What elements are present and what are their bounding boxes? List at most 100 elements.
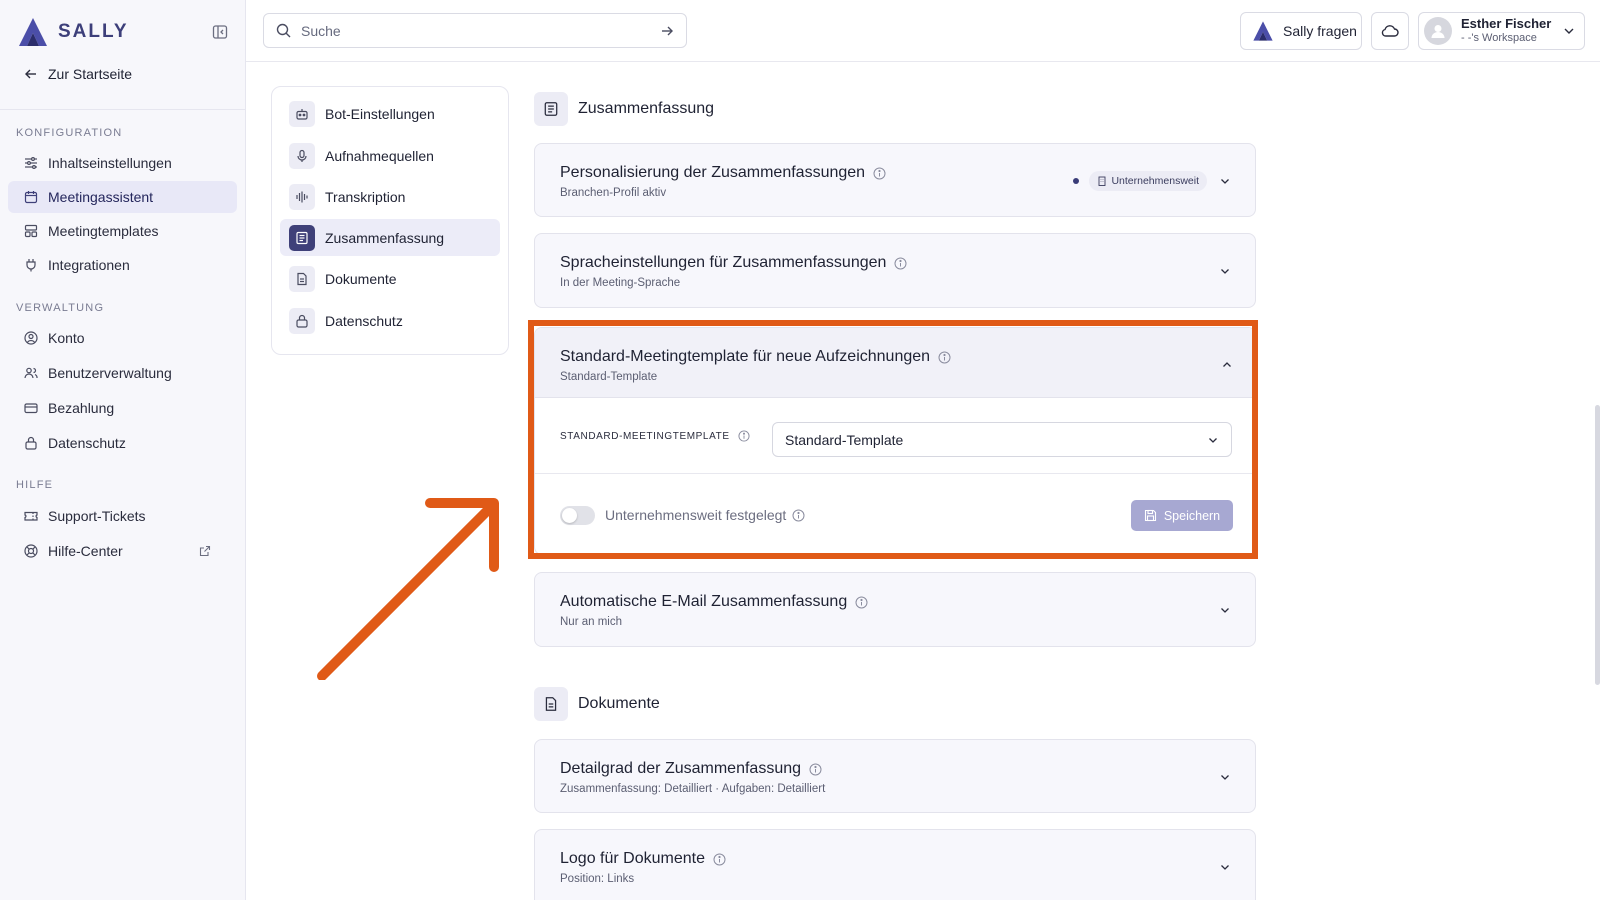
summary-icon — [544, 102, 558, 116]
subnav-item-transkription[interactable]: Transkription — [280, 178, 500, 215]
ask-sally-label: Sally fragen — [1283, 23, 1357, 39]
subnav-item-label: Aufnahmequellen — [325, 147, 434, 164]
select-value: Standard-Template — [785, 431, 904, 448]
cloud-sync-button[interactable] — [1371, 12, 1409, 50]
subnav-item-dokumente[interactable]: Dokumente — [280, 260, 500, 297]
subnav-item-datenschutz[interactable]: Datenschutz — [280, 302, 500, 339]
sidebar-item-hilfe-center[interactable]: Hilfe-Center — [8, 535, 237, 567]
info-icon[interactable] — [792, 509, 805, 522]
section-title: Dokumente — [578, 695, 660, 712]
section-heading-dokumente: Dokumente — [534, 687, 660, 721]
subnav-item-zusammenfassung[interactable]: Zusammenfassung — [280, 219, 500, 256]
waveform-icon-wrap — [289, 183, 315, 210]
info-icon[interactable] — [713, 853, 726, 866]
sidebar-item-konto[interactable]: Konto — [8, 322, 237, 354]
sidebar-item-label: Meetingassistent — [48, 189, 154, 205]
document-icon-wrap — [289, 265, 315, 292]
card-logo-dokumente[interactable]: Logo für Dokumente Position: Links — [534, 829, 1256, 900]
card-personalisierung[interactable]: Personalisierung der Zusammenfassungen B… — [534, 143, 1256, 217]
sidebar-item-bezahlung[interactable]: Bezahlung — [8, 392, 237, 424]
search-box[interactable] — [263, 13, 687, 48]
bot-icon — [296, 108, 308, 120]
company-wide-toggle[interactable] — [560, 506, 595, 525]
sidebar-item-benutzerverwaltung[interactable]: Benutzerverwaltung — [8, 357, 237, 389]
chevron-down-icon — [1209, 438, 1217, 443]
user-menu-button[interactable]: Esther Fischer - -'s Workspace — [1418, 12, 1585, 50]
card-subtitle: Branchen-Profil aktiv — [560, 187, 667, 199]
company-wide-badge: Unternehmensweit — [1089, 171, 1207, 191]
chevron-up-icon[interactable] — [1221, 359, 1233, 371]
template-field-row: STANDARD-MEETINGTEMPLATE Standard-Templa… — [535, 398, 1255, 474]
save-label: Speichern — [1163, 508, 1221, 523]
avatar — [1424, 17, 1452, 45]
subnav-item-label: Transkription — [325, 188, 406, 205]
card-standard-meetingtemplate: Standard-Meetingtemplate für neue Aufzei… — [534, 327, 1256, 555]
user-avatar-icon — [1431, 25, 1445, 38]
user-workspace: - -'s Workspace — [1461, 32, 1537, 44]
back-to-home-link[interactable]: Zur Startseite — [24, 66, 132, 82]
sally-logo-icon — [1253, 21, 1273, 41]
card-spracheinstellungen[interactable]: Spracheinstellungen für Zusammenfassunge… — [534, 233, 1256, 308]
lock-icon-wrap — [289, 307, 315, 334]
lifebuoy-icon — [24, 544, 38, 558]
sidebar-toggle-icon — [212, 25, 228, 39]
arrow-right-icon[interactable] — [660, 24, 674, 38]
chevron-down-icon[interactable] — [1219, 861, 1231, 873]
sidebar-item-support-tickets[interactable]: Support-Tickets — [8, 500, 237, 532]
subnav-item-bot-einstellungen[interactable]: Bot-Einstellungen — [280, 95, 500, 132]
sidebar-item-meetingtemplates[interactable]: Meetingtemplates — [8, 215, 237, 247]
info-icon[interactable] — [873, 167, 886, 180]
sidebar-item-label: Hilfe-Center — [48, 543, 123, 559]
card-header[interactable]: Standard-Meetingtemplate für neue Aufzei… — [535, 328, 1255, 398]
search-input[interactable] — [301, 22, 660, 39]
plug-icon — [26, 259, 36, 272]
sidebar-item-integrationen[interactable]: Integrationen — [8, 249, 237, 281]
info-icon[interactable] — [855, 596, 868, 609]
chevron-down-icon[interactable] — [1219, 771, 1231, 783]
card-detailgrad[interactable]: Detailgrad der Zusammenfassung Zusammenf… — [534, 739, 1256, 813]
subnav-item-label: Zusammenfassung — [325, 229, 445, 246]
sidebar-item-label: Bezahlung — [48, 400, 115, 416]
sidebar-item-label: Integrationen — [48, 257, 130, 273]
back-link-label: Zur Startseite — [48, 66, 133, 82]
sidebar-item-label: Inhaltseinstellungen — [48, 155, 172, 171]
lock-icon — [296, 314, 308, 328]
info-icon[interactable] — [738, 430, 750, 442]
sliders-icon — [25, 157, 37, 170]
sidebar-item-inhaltseinstellungen[interactable]: Inhaltseinstellungen — [8, 147, 237, 179]
subnav-item-aufnahmequellen[interactable]: Aufnahmequellen — [280, 137, 500, 174]
save-button[interactable]: Speichern — [1131, 500, 1233, 531]
brand-logo[interactable]: SALLY — [16, 14, 230, 50]
microphone-icon — [297, 149, 307, 162]
info-icon[interactable] — [809, 763, 822, 776]
card-email-zusammenfassung[interactable]: Automatische E-Mail Zusammenfassung Nur … — [534, 572, 1256, 647]
settings-subnav: Bot-Einstellungen Aufnahmequellen Transk… — [271, 86, 509, 355]
sidebar-item-meetingassistent[interactable]: Meetingassistent — [8, 181, 237, 213]
sidebar-item-label: Support-Tickets — [48, 508, 146, 524]
template-select[interactable]: Standard-Template — [772, 422, 1232, 457]
info-icon[interactable] — [938, 351, 951, 364]
subnav-item-label: Datenschutz — [325, 312, 403, 329]
user-name: Esther Fischer — [1461, 16, 1552, 31]
chevron-down-icon[interactable] — [1219, 265, 1231, 277]
chevron-down-icon[interactable] — [1219, 175, 1231, 187]
card-subtitle: Zusammenfassung: Detailliert · Aufgaben:… — [560, 783, 826, 795]
chevron-down-icon[interactable] — [1219, 604, 1231, 616]
arrow-left-icon — [25, 69, 36, 79]
save-icon — [1144, 509, 1156, 522]
sidebar-item-datenschutz[interactable]: Datenschutz — [8, 427, 237, 459]
ask-sally-button[interactable]: Sally fragen — [1240, 12, 1362, 50]
template-icon — [24, 224, 38, 238]
subnav-item-label: Dokumente — [325, 270, 397, 287]
info-icon[interactable] — [894, 257, 907, 270]
search-icon — [276, 23, 291, 38]
status-badge: Unternehmensweit — [1073, 171, 1207, 191]
sidebar-collapse-button[interactable] — [210, 22, 230, 42]
user-circle-icon — [24, 331, 38, 345]
section-heading-zusammenfassung: Zusammenfassung — [534, 92, 714, 126]
annotation-arrow-icon — [317, 498, 499, 680]
summary-icon-wrap — [289, 224, 315, 251]
page-scrollbar[interactable] — [1595, 405, 1600, 685]
bot-icon-wrap — [289, 100, 315, 127]
brand-name: SALLY — [58, 21, 129, 42]
